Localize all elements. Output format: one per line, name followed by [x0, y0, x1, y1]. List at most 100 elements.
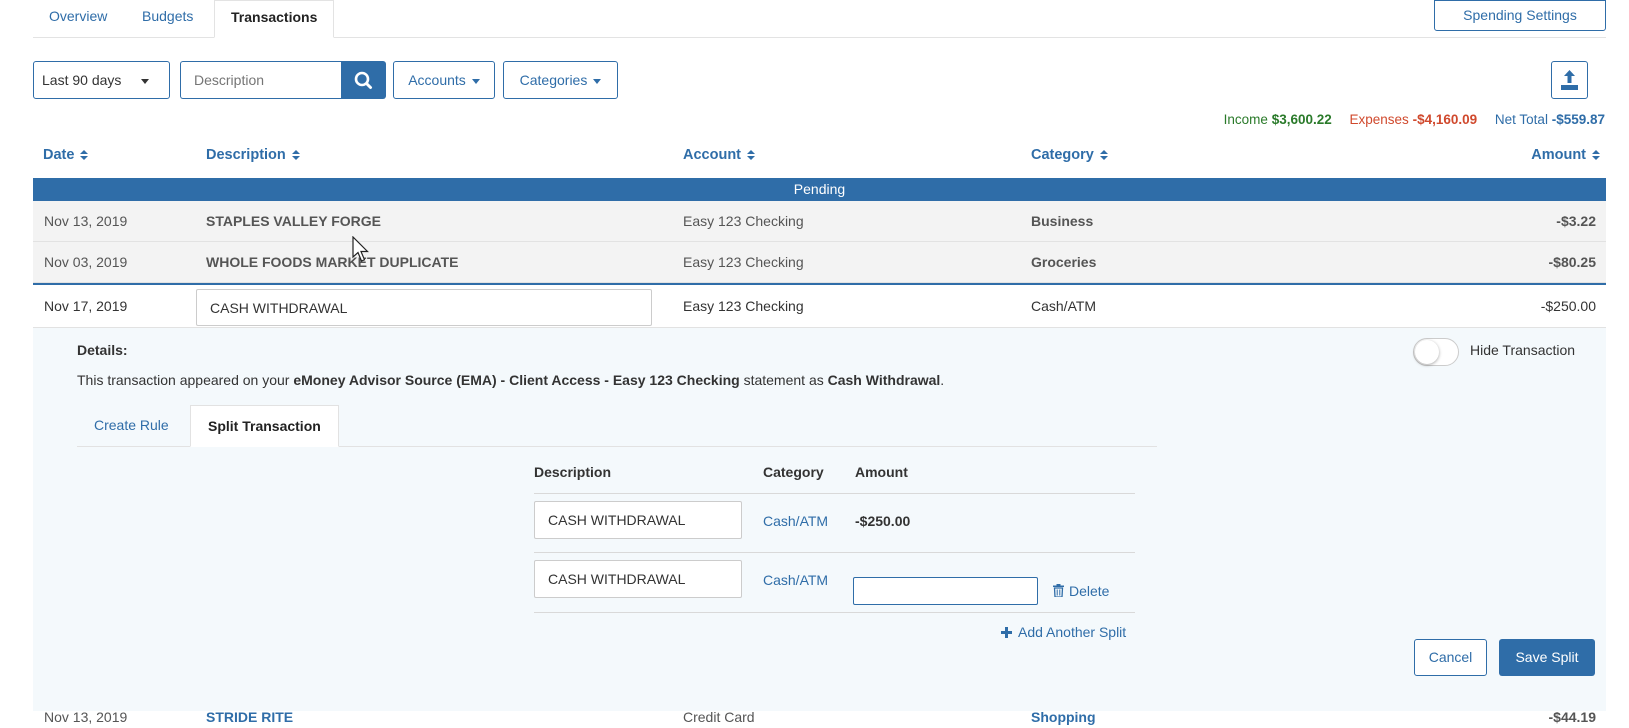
details-text-suffix: . [940, 372, 945, 388]
table-row[interactable]: Nov 13, 2019 STAPLES VALLEY FORGE Easy 1… [33, 201, 1606, 242]
split-amount: -$250.00 [855, 513, 911, 529]
expenses-label: Expenses [1349, 112, 1409, 127]
column-account-label: Account [683, 147, 741, 163]
row-account: Easy 123 Checking [683, 213, 804, 229]
column-description-label: Description [206, 147, 286, 163]
upload-icon [1561, 70, 1578, 90]
net-total-value: -$559.87 [1551, 112, 1605, 127]
description-search-input[interactable] [180, 61, 343, 99]
column-header-amount[interactable]: Amount [1531, 147, 1600, 163]
transaction-details-panel: Details: This transaction appeared on yo… [33, 328, 1606, 711]
row-date: Nov 17, 2019 [44, 298, 128, 314]
spending-settings-button[interactable]: Spending Settings [1434, 0, 1606, 31]
row-amount: -$250.00 [1540, 298, 1596, 314]
details-label: Details: [77, 342, 128, 358]
pending-group-header: Pending [33, 178, 1606, 201]
column-amount-label: Amount [1531, 147, 1586, 163]
column-category-label: Category [1031, 147, 1094, 163]
trash-icon [1053, 584, 1064, 598]
divider [534, 493, 1135, 494]
expenses-value: -$4,160.09 [1412, 112, 1478, 127]
accounts-dropdown[interactable]: Accounts [393, 61, 495, 99]
plus-icon [1001, 627, 1012, 638]
tab-create-rule[interactable]: Create Rule [77, 405, 186, 447]
table-row[interactable]: Nov 13, 2019 STRIDE RITE Credit Card Sho… [33, 711, 1606, 728]
row-description: STRIDE RITE [206, 711, 294, 725]
split-header-description: Description [534, 464, 612, 480]
caret-down-icon [471, 78, 480, 84]
sort-icon [1099, 150, 1108, 161]
table-row[interactable]: Nov 03, 2019 WHOLE FOODS MARKET DUPLICAT… [33, 242, 1606, 283]
split-header-category: Category [763, 464, 824, 480]
hide-transaction-toggle[interactable] [1413, 338, 1459, 366]
details-statement-name: Cash Withdrawal [827, 372, 941, 388]
details-text-mid: statement as [739, 372, 828, 388]
row-category: Shopping [1031, 711, 1096, 725]
row-account: Easy 123 Checking [683, 254, 804, 270]
net-total-label: Net Total [1494, 112, 1548, 127]
divider [534, 552, 1135, 553]
row-amount: -$3.22 [1556, 213, 1596, 229]
row-amount: -$44.19 [1548, 711, 1596, 725]
details-text-prefix: This transaction appeared on your [77, 372, 294, 388]
tab-overview[interactable]: Overview [33, 0, 123, 38]
sort-icon [80, 150, 89, 161]
totals-summary: Income $3,600.22 Expenses -$4,160.09 Net… [1224, 112, 1605, 127]
split-category-link[interactable]: Cash/ATM [763, 513, 828, 529]
row-account: Credit Card [683, 711, 755, 725]
row-date: Nov 13, 2019 [44, 213, 128, 229]
table-row-selected[interactable]: Nov 17, 2019 Easy 123 Checking Cash/ATM … [33, 283, 1606, 328]
details-source: eMoney Advisor Source (EMA) - Client Acc… [293, 372, 740, 388]
row-account: Easy 123 Checking [683, 298, 804, 314]
cancel-button[interactable]: Cancel [1414, 639, 1487, 676]
income-value: $3,600.22 [1271, 112, 1332, 127]
split-description-input[interactable] [534, 501, 742, 539]
categories-dropdown[interactable]: Categories [503, 61, 618, 99]
sort-icon [291, 150, 300, 161]
search-icon [354, 71, 372, 89]
divider [534, 612, 1135, 613]
sort-icon [1592, 150, 1600, 161]
row-category: Groceries [1031, 254, 1097, 270]
details-subtabs: Create Rule Split Transaction [77, 405, 1157, 447]
hide-transaction-label: Hide Transaction [1470, 342, 1576, 358]
column-header-date[interactable]: Date [43, 147, 89, 163]
caret-down-icon [593, 78, 602, 84]
row-category: Business [1031, 213, 1094, 229]
tab-budgets[interactable]: Budgets [126, 0, 209, 38]
income-label: Income [1223, 112, 1268, 127]
top-tabs: Overview Budgets Transactions [33, 0, 1606, 38]
tab-transactions[interactable]: Transactions [214, 0, 335, 38]
column-header-account[interactable]: Account [683, 147, 755, 163]
row-description-input[interactable] [196, 289, 652, 326]
date-range-value: Last 90 days [42, 72, 122, 88]
row-date: Nov 13, 2019 [44, 711, 128, 725]
add-split-label: Add Another Split [1018, 624, 1127, 640]
row-amount: -$80.25 [1548, 254, 1596, 270]
delete-split-button[interactable]: Delete [1053, 583, 1109, 599]
add-another-split-button[interactable]: Add Another Split [1001, 624, 1126, 640]
split-amount-input[interactable] [853, 577, 1038, 605]
split-header-amount: Amount [855, 464, 908, 480]
split-description-input[interactable] [534, 560, 742, 598]
categories-label: Categories [519, 72, 588, 88]
save-split-button[interactable]: Save Split [1499, 639, 1595, 676]
mouse-pointer-icon [352, 236, 369, 262]
delete-label: Delete [1069, 583, 1110, 599]
toggle-knob [1415, 340, 1439, 364]
column-date-label: Date [43, 147, 75, 163]
row-date: Nov 03, 2019 [44, 254, 128, 270]
search-button[interactable] [341, 61, 386, 99]
column-header-description[interactable]: Description [206, 147, 300, 163]
details-statement-text: This transaction appeared on your eMoney… [77, 372, 944, 388]
caret-down-icon [141, 78, 150, 84]
split-category-link[interactable]: Cash/ATM [763, 572, 828, 588]
column-header-category[interactable]: Category [1031, 147, 1108, 163]
sort-icon [747, 150, 755, 161]
date-range-dropdown[interactable]: Last 90 days [33, 61, 170, 99]
export-button[interactable] [1551, 61, 1588, 99]
row-description: WHOLE FOODS MARKET DUPLICATE [206, 254, 459, 270]
row-category[interactable]: Cash/ATM [1031, 285, 1096, 328]
accounts-label: Accounts [408, 72, 466, 88]
tab-split-transaction[interactable]: Split Transaction [190, 405, 339, 447]
